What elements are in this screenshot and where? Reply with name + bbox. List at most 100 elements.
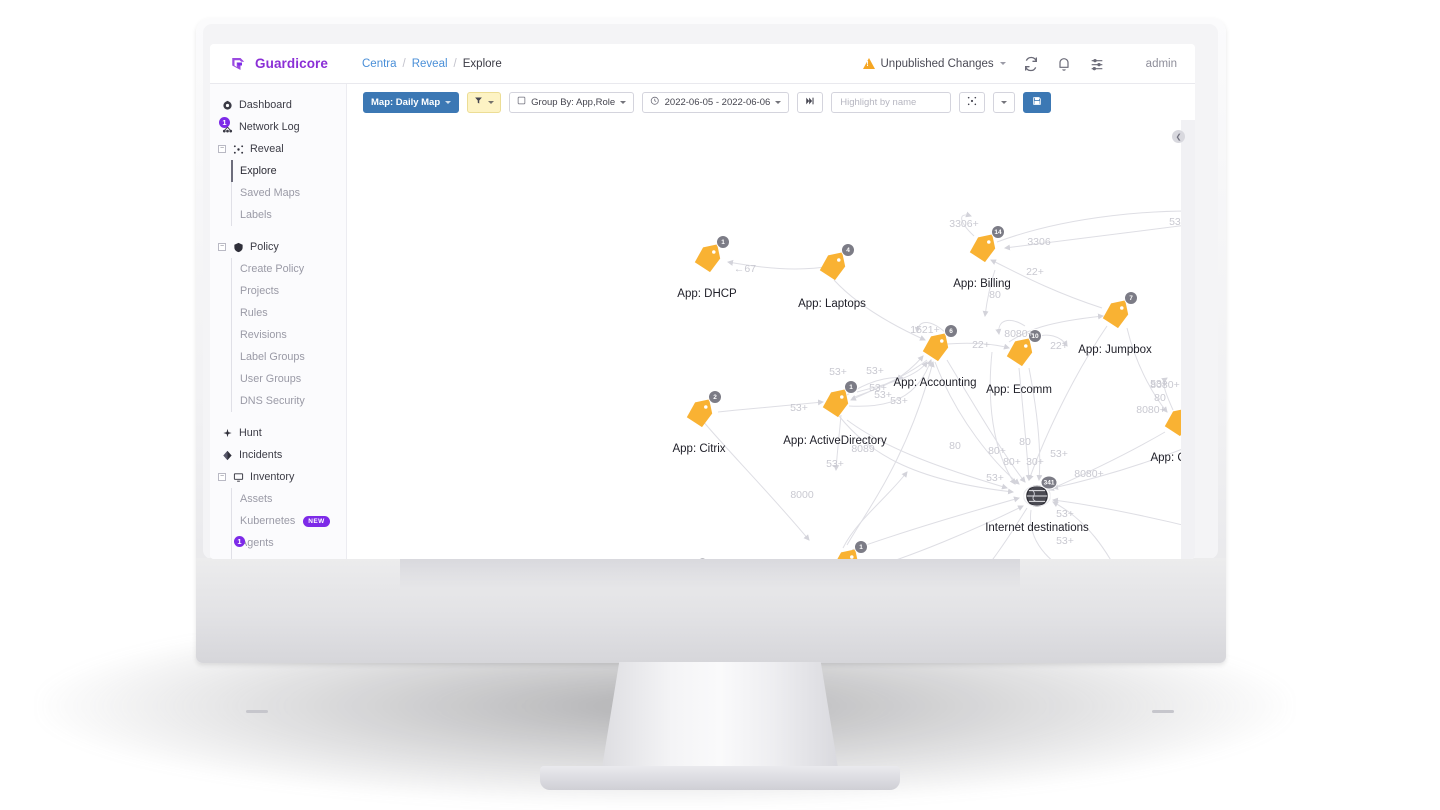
tag-icon: 1 (819, 380, 858, 419)
node-count-badge: 2 (708, 390, 722, 404)
map-node-billing[interactable]: 14 (966, 225, 1005, 264)
sidebar-item-network-log[interactable]: 1 Network Log (210, 116, 346, 138)
chevron-down-icon (1001, 100, 1008, 104)
chevron-left-icon[interactable]: ❮ (1172, 130, 1185, 143)
node-count-badge: 7 (1124, 291, 1138, 305)
sidebar-label: Assets (240, 493, 273, 505)
chevron-down-icon (775, 100, 782, 104)
sidebar-item-kubernetes[interactable]: Kubernetes NEW (210, 510, 346, 532)
sidebar-item-agent-ops[interactable]: Agent Ops (210, 554, 346, 559)
sidebar-item-label-groups[interactable]: Label Groups (210, 346, 346, 368)
save-button[interactable] (1023, 91, 1052, 113)
map-edges (701, 210, 1195, 559)
skip-forward-icon (805, 96, 815, 109)
tag-icon: 10 (1003, 329, 1042, 368)
sidebar-group-inventory[interactable]: − Inventory (210, 466, 346, 488)
sidebar-label: Explore (240, 165, 277, 177)
filter-button[interactable] (467, 91, 502, 113)
user-label[interactable]: admin (1146, 58, 1177, 70)
map-node-internet[interactable]: 341 (1022, 475, 1058, 510)
sidebar-item-agents[interactable]: 1 Agents (210, 532, 346, 554)
sidebar-item-dns-security[interactable]: DNS Security (210, 390, 346, 412)
map-node-label-ad: App: ActiveDirectory (783, 435, 887, 447)
map-node-jumpbox[interactable]: 7 (1099, 291, 1138, 330)
map-node-label-billing: App: Billing (953, 278, 1011, 290)
collapse-toggle-icon[interactable]: − (218, 145, 226, 153)
map-toolbar: Map: Daily Map Group By: App,Role 2022-0… (347, 84, 1195, 120)
refresh-icon[interactable] (1023, 56, 1039, 72)
map-node-citrix[interactable]: 2 (683, 390, 722, 429)
sidebar-item-explore[interactable]: Explore (210, 160, 346, 182)
brand-name: Guardicore (255, 56, 329, 71)
sidebar-item-user-groups[interactable]: User Groups (210, 368, 346, 390)
breadcrumb-item-centra[interactable]: Centra (362, 58, 397, 70)
map-node-dhcp[interactable]: 1 (691, 235, 730, 274)
sidebar-label: Create Policy (240, 263, 305, 275)
sidebar-item-assets[interactable]: Assets (210, 488, 346, 510)
group-by-button[interactable]: Group By: App,Role (509, 91, 635, 113)
sidebar-label: Reveal (250, 143, 284, 155)
unpublished-changes-button[interactable]: Unpublished Changes (862, 58, 1006, 70)
monitor-notch-right (1152, 710, 1174, 713)
sidebar: Dashboard 1 Network Log − Reveal Explore… (210, 84, 347, 559)
incidents-icon (222, 450, 233, 461)
sidebar-label: Labels (240, 209, 272, 221)
tag-icon: 7 (1099, 291, 1138, 330)
breadcrumb-item-reveal[interactable]: Reveal (412, 58, 448, 70)
sidebar-item-revisions[interactable]: Revisions (210, 324, 346, 346)
search-input[interactable] (838, 95, 975, 109)
sidebar-item-incidents[interactable]: Incidents (210, 444, 346, 466)
layout-nodes-icon (967, 96, 977, 109)
application-window: Guardicore Centra / Reveal / Explore Unp… (210, 44, 1195, 559)
tag-icon: 1 (691, 235, 730, 274)
sliders-icon[interactable] (1089, 56, 1105, 72)
skip-forward-button[interactable] (797, 91, 824, 113)
sidebar-item-dashboard[interactable]: Dashboard (210, 94, 346, 116)
sidebar-item-create-policy[interactable]: Create Policy (210, 258, 346, 280)
node-count-badge: 6 (944, 324, 958, 338)
sidebar-item-saved-maps[interactable]: Saved Maps (210, 182, 346, 204)
map-node-ad[interactable]: 1 (819, 380, 858, 419)
monitor-icon (233, 472, 244, 483)
sidebar-label: Saved Maps (240, 187, 301, 199)
tag-icon: 6 (919, 324, 958, 363)
network-map-canvas[interactable]: 1 App: DHCP 4 App: Laptops 14 App: Billing 7 10… (347, 120, 1195, 559)
header-actions: Unpublished Changes (862, 56, 1196, 72)
sidebar-item-labels[interactable]: Labels (210, 204, 346, 226)
sidebar-label: Policy (250, 241, 279, 253)
brand-logo[interactable]: Guardicore (210, 55, 340, 73)
monitor-stand-neck (600, 662, 840, 780)
map-node-account[interactable]: 6 (919, 324, 958, 363)
sidebar-label: DNS Security (240, 395, 305, 407)
sidebar-group-policy[interactable]: − Policy (210, 236, 346, 258)
tag-icon: 2 (683, 390, 722, 429)
sidebar-label: Kubernetes (240, 515, 296, 527)
sidebar-label: Revisions (240, 329, 287, 341)
map-node-splunk[interactable]: 1 (829, 540, 868, 559)
map-node-ecomm[interactable]: 10 (1003, 329, 1042, 368)
bell-icon[interactable] (1056, 56, 1072, 72)
layout-dropdown-button[interactable] (993, 91, 1016, 113)
sidebar-item-projects[interactable]: Projects (210, 280, 346, 302)
sidebar-label: Agents (240, 537, 274, 549)
map-node-laptops[interactable]: 4 (816, 243, 855, 282)
sidebar-group-reveal[interactable]: − Reveal (210, 138, 346, 160)
sidebar-item-rules[interactable]: Rules (210, 302, 346, 324)
date-range-label: 2022-06-05 - 2022-06-06 (664, 96, 771, 108)
sidebar-item-hunt[interactable]: Hunt (210, 422, 346, 444)
new-badge: NEW (303, 515, 330, 527)
collapse-toggle-icon[interactable]: − (218, 243, 226, 251)
layout-button[interactable] (959, 91, 986, 113)
sidebar-label: Rules (240, 307, 268, 319)
collapse-toggle-icon[interactable]: − (218, 473, 226, 481)
date-range-button[interactable]: 2022-06-05 - 2022-06-06 (642, 91, 790, 113)
breadcrumb: Centra / Reveal / Explore (362, 58, 502, 70)
highlight-search-field[interactable] (831, 91, 984, 113)
chevron-down-icon (999, 62, 1006, 65)
node-count-badge: 1 (844, 380, 858, 394)
hunt-icon (222, 428, 233, 439)
map-selector-button[interactable]: Map: Daily Map (363, 91, 460, 113)
node-count-badge: 4 (841, 243, 855, 257)
